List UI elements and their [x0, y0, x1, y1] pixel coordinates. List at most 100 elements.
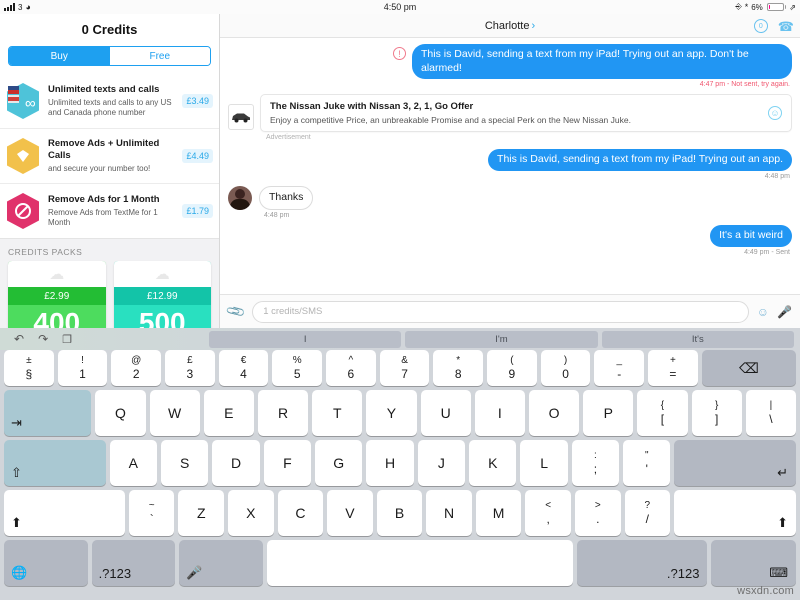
- prediction-2[interactable]: I'm: [405, 330, 598, 348]
- key-semicolon[interactable]: :;: [571, 440, 620, 486]
- key-upper: %: [292, 355, 302, 366]
- message-bubble[interactable]: This is David, sending a text from my iP…: [412, 44, 792, 80]
- key-7[interactable]: & 7: [379, 350, 430, 386]
- key-a[interactable]: A: [109, 440, 158, 486]
- key-k[interactable]: K: [469, 440, 517, 486]
- phone-icon[interactable]: ☎: [778, 20, 794, 33]
- product-row-remove-ads-unlimited[interactable]: Remove Ads + Unlimited Calls and secure …: [0, 128, 219, 183]
- key-i[interactable]: I: [474, 390, 525, 436]
- key-5[interactable]: % 5: [272, 350, 323, 386]
- key-backslash[interactable]: | \: [745, 390, 796, 436]
- key-comma[interactable]: <,: [525, 490, 571, 536]
- smiley-download-icon[interactable]: ☺: [768, 106, 782, 121]
- prediction-1[interactable]: I: [209, 330, 402, 348]
- keyboard-row-space: 🌐 .?123 🎤 .?123 ⌨: [4, 540, 796, 586]
- copy-icon[interactable]: ❐: [62, 333, 72, 346]
- paperclip-icon[interactable]: 📎: [225, 300, 247, 322]
- key-w[interactable]: W: [149, 390, 200, 436]
- shift-icon-right[interactable]: ⬆: [674, 490, 796, 536]
- key-g[interactable]: G: [315, 440, 363, 486]
- ad-card-body[interactable]: The Nissan Juke with Nissan 3, 2, 1, Go …: [260, 94, 792, 133]
- status-bar: 3 ◕ 4:50 pm ⎆ * 6% ⇗: [0, 0, 800, 14]
- tab-icon[interactable]: ⇥: [4, 390, 92, 436]
- product-price[interactable]: £3.49: [182, 94, 213, 108]
- key-o[interactable]: O: [528, 390, 580, 436]
- advertisement-card[interactable]: The Nissan Juke with Nissan 3, 2, 1, Go …: [228, 94, 792, 133]
- onscreen-keyboard: ↶ ↷ ❐ I I'm It's ± § ! 1 @2 £3 €4 % 5 ^ 6 & 7: [0, 328, 800, 600]
- credits-pack-400[interactable]: ☁ £2.99 400: [8, 261, 106, 328]
- key-t[interactable]: T: [312, 390, 363, 436]
- key-3[interactable]: £3: [165, 350, 215, 386]
- key-upper: >: [594, 500, 601, 511]
- shift-icon-left[interactable]: ⬆: [4, 490, 125, 536]
- key-d[interactable]: D: [212, 440, 260, 486]
- key-slash[interactable]: ? /: [624, 490, 671, 536]
- key-1[interactable]: ! 1: [57, 350, 108, 386]
- key-upper: {: [660, 400, 665, 411]
- microphone-icon[interactable]: 🎤: [777, 305, 792, 319]
- product-price[interactable]: £1.79: [182, 204, 213, 218]
- key-quote[interactable]: " ': [623, 440, 671, 486]
- key-4[interactable]: €4: [218, 350, 269, 386]
- key-c[interactable]: C: [277, 490, 324, 536]
- product-row-unlimited[interactable]: ∞ Unlimited texts and calls Unlimited te…: [0, 74, 219, 128]
- hide-keyboard-icon[interactable]: ⌨: [711, 540, 796, 586]
- message-bubble[interactable]: Thanks: [259, 185, 314, 210]
- key-bracket-left[interactable]: {[: [637, 390, 688, 436]
- key-r[interactable]: R: [257, 390, 309, 436]
- key-section[interactable]: ± §: [4, 350, 54, 386]
- microphone-icon[interactable]: 🎤: [179, 540, 263, 586]
- tab-free[interactable]: Free: [109, 47, 210, 65]
- globe-icon[interactable]: 🌐: [4, 540, 88, 586]
- prediction-3[interactable]: It's: [601, 330, 794, 348]
- exclamation-circle-icon[interactable]: !: [393, 47, 406, 60]
- key-0[interactable]: ) 0: [540, 350, 591, 386]
- numbers-key-right[interactable]: .?123: [576, 540, 708, 586]
- redo-icon[interactable]: ↷: [38, 332, 48, 346]
- key-l[interactable]: L: [520, 440, 568, 486]
- key-lower: 0: [562, 367, 569, 381]
- contact-name-button[interactable]: Charlotte ›: [485, 20, 535, 32]
- backspace-icon[interactable]: ⌫: [701, 350, 797, 386]
- numbers-key-left[interactable]: .?123: [91, 540, 176, 586]
- key-x[interactable]: X: [228, 490, 274, 536]
- key-f[interactable]: F: [263, 440, 312, 486]
- key-e[interactable]: E: [203, 390, 254, 436]
- credits-store-panel: 0 Credits Buy Free ∞ Unlimited texts and…: [0, 14, 220, 328]
- key-hyphen[interactable]: _ -: [594, 350, 645, 386]
- key-v[interactable]: V: [327, 490, 373, 536]
- key-m[interactable]: M: [475, 490, 522, 536]
- key-q[interactable]: Q: [95, 390, 146, 436]
- key-u[interactable]: U: [420, 390, 471, 436]
- credits-circle-icon[interactable]: 0: [753, 19, 768, 33]
- key-2[interactable]: @2: [111, 350, 162, 386]
- product-row-remove-ads-month[interactable]: Remove Ads for 1 Month Remove Ads from T…: [0, 183, 219, 238]
- product-price[interactable]: £4.49: [182, 149, 213, 163]
- key-period[interactable]: >.: [574, 490, 621, 536]
- key-backtick[interactable]: ~ `: [128, 490, 175, 536]
- key-p[interactable]: P: [583, 390, 634, 436]
- return-icon[interactable]: ↵: [674, 440, 797, 486]
- key-bracket-right[interactable]: }]: [691, 390, 742, 436]
- key-h[interactable]: H: [366, 440, 414, 486]
- key-9[interactable]: (9: [487, 350, 537, 386]
- key-equals[interactable]: + =: [648, 350, 698, 386]
- key-6[interactable]: ^ 6: [326, 350, 376, 386]
- message-bubble[interactable]: It's a bit weird: [710, 224, 792, 247]
- smiley-icon[interactable]: ☺: [757, 305, 769, 319]
- message-bubble[interactable]: This is David, sending a text from my iP…: [488, 149, 792, 171]
- key-8[interactable]: * 8: [433, 350, 484, 386]
- tab-buy[interactable]: Buy: [9, 47, 110, 65]
- undo-icon[interactable]: ↶: [14, 332, 24, 346]
- space-key[interactable]: [266, 540, 573, 586]
- contact-avatar[interactable]: [228, 185, 252, 210]
- key-n[interactable]: N: [426, 490, 472, 536]
- key-y[interactable]: Y: [366, 390, 417, 436]
- key-s[interactable]: S: [161, 440, 209, 486]
- key-z[interactable]: Z: [178, 490, 225, 536]
- message-input[interactable]: 1 credits/SMS: [252, 300, 749, 323]
- key-b[interactable]: B: [376, 490, 423, 536]
- credits-pack-500[interactable]: ☁ £12.99 500: [113, 261, 211, 328]
- capslock-icon[interactable]: ⇧: [4, 440, 106, 486]
- key-j[interactable]: J: [417, 440, 466, 486]
